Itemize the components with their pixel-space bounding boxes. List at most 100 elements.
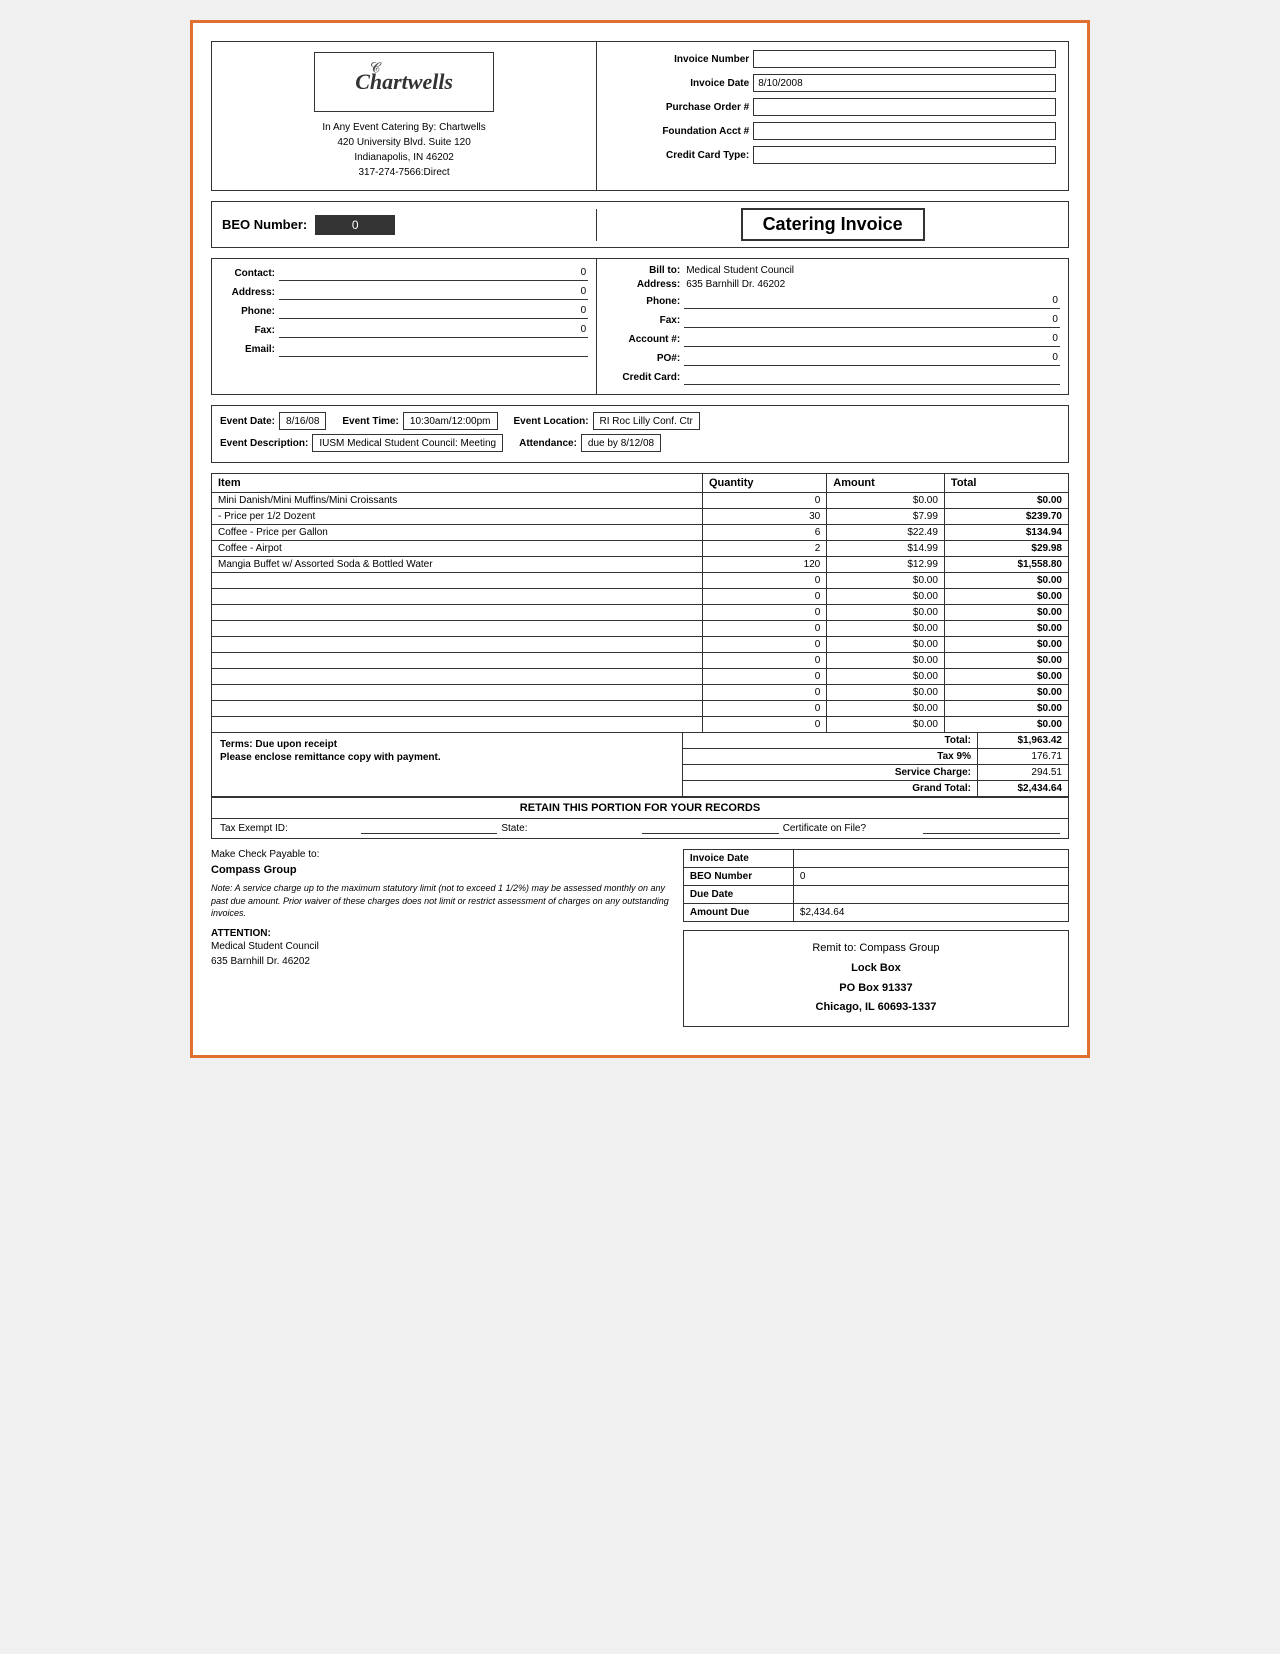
credit-card-row: Credit Card Type: [609,146,1056,164]
amount-cell[interactable]: $0.00 [827,573,945,589]
event-attendance-value[interactable]: due by 8/12/08 [581,434,661,452]
amount-cell[interactable]: $22.49 [827,525,945,541]
inv-date-value[interactable] [794,850,1068,867]
total-service-row: Service Charge: 294.51 [683,765,1068,781]
event-bottom-row: Event Description: IUSM Medical Student … [220,434,1060,452]
bill-fax-row: Fax: 0 [605,312,1060,328]
bill-to-section: Bill to: Medical Student Council Address… [597,259,1068,394]
total-cell: $134.94 [944,525,1068,541]
qty-cell[interactable]: 0 [702,621,826,637]
note-text: Note: A service charge up to the maximum… [211,882,673,920]
amount-cell[interactable]: $0.00 [827,637,945,653]
qty-cell[interactable]: 120 [702,557,826,573]
bill-address-value: 635 Barnhill Dr. 46202 [684,279,1060,290]
contact-fax-value[interactable]: 0 [279,322,588,338]
event-time-value[interactable]: 10:30am/12:00pm [403,412,498,430]
credit-card-value[interactable] [753,146,1056,164]
bottom-left: Make Check Payable to: Compass Group Not… [211,849,683,1027]
total-cell: $0.00 [944,717,1068,733]
qty-cell[interactable]: 0 [702,573,826,589]
total-cell: $239.70 [944,509,1068,525]
bill-po-label: PO#: [605,353,680,364]
totals-terms-row: Terms: Due upon receipt Please enclose r… [211,733,1069,797]
total-cell: $0.00 [944,621,1068,637]
qty-cell[interactable]: 0 [702,637,826,653]
qty-cell[interactable]: 0 [702,605,826,621]
item-cell [212,605,703,621]
po-number-row: Purchase Order # [609,98,1056,116]
bill-to-value: Medical Student Council [684,265,1060,276]
invoice-summary: Invoice Date BEO Number 0 Due Date Amoun… [683,849,1069,922]
bill-fax-label: Fax: [605,315,680,326]
contact-address-value[interactable]: 0 [279,284,588,300]
event-date-value[interactable]: 8/16/08 [279,412,326,430]
event-top-row: Event Date: 8/16/08 Event Time: 10:30am/… [220,412,1060,430]
table-row: 0 $0.00 $0.00 [212,701,1069,717]
amount-cell[interactable]: $0.00 [827,685,945,701]
invoice-date-value[interactable]: 8/10/2008 [753,74,1056,92]
qty-cell[interactable]: 0 [702,493,826,509]
bill-po-value[interactable]: 0 [684,350,1060,366]
amount-cell[interactable]: $12.99 [827,557,945,573]
total-cell: $0.00 [944,573,1068,589]
header-section: 𝓒 Chartwells In Any Event Catering By: C… [211,41,1069,191]
bill-to-row: Bill to: Medical Student Council [605,265,1060,276]
tax-exempt-value [361,823,498,834]
event-location-value[interactable]: RI Roc Lilly Conf. Ctr [593,412,700,430]
qty-cell[interactable]: 0 [702,685,826,701]
bill-fax-value[interactable]: 0 [684,312,1060,328]
company-address: In Any Event Catering By: Chartwells 420… [322,120,485,180]
qty-cell[interactable]: 0 [702,669,826,685]
remit-line4: Chicago, IL 60693-1337 [696,998,1056,1018]
bill-phone-row: Phone: 0 [605,293,1060,309]
amount-cell[interactable]: $14.99 [827,541,945,557]
amount-cell[interactable]: $0.00 [827,653,945,669]
qty-cell[interactable]: 0 [702,701,826,717]
col-total: Total [944,474,1068,493]
foundation-acct-value[interactable] [753,122,1056,140]
qty-cell[interactable]: 30 [702,509,826,525]
contact-contact-value[interactable]: 0 [279,265,588,281]
bill-to-label: Bill to: [605,265,680,276]
amount-cell[interactable]: $7.99 [827,509,945,525]
contact-phone-value[interactable]: 0 [279,303,588,319]
amount-cell[interactable]: $0.00 [827,669,945,685]
item-cell [212,589,703,605]
logo-curl-icon: 𝓒 [370,59,380,76]
amount-cell[interactable]: $0.00 [827,589,945,605]
foundation-acct-label: Foundation Acct # [609,126,749,137]
po-number-value[interactable] [753,98,1056,116]
event-desc-value[interactable]: IUSM Medical Student Council: Meeting [312,434,503,452]
total-cell: $0.00 [944,685,1068,701]
qty-cell[interactable]: 2 [702,541,826,557]
qty-cell[interactable]: 0 [702,653,826,669]
table-row: 0 $0.00 $0.00 [212,669,1069,685]
qty-cell[interactable]: 0 [702,589,826,605]
amount-cell[interactable]: $0.00 [827,701,945,717]
inv-due-value[interactable] [794,886,1068,903]
bill-address-label: Address: [605,279,680,290]
qty-cell[interactable]: 0 [702,717,826,733]
amount-cell[interactable]: $0.00 [827,717,945,733]
table-row: - Price per 1/2 Dozent 30 $7.99 $239.70 [212,509,1069,525]
bill-phone-label: Phone: [605,296,680,307]
contact-email-value[interactable] [279,341,588,357]
table-row: Coffee - Airpot 2 $14.99 $29.98 [212,541,1069,557]
amount-cell[interactable]: $0.00 [827,493,945,509]
bill-credit-value[interactable] [684,369,1060,385]
total-cell: $29.98 [944,541,1068,557]
bill-account-value[interactable]: 0 [684,331,1060,347]
item-cell: - Price per 1/2 Dozent [212,509,703,525]
total-grand-row: Grand Total: $2,434.64 [683,781,1068,796]
contact-phone-label: Phone: [220,306,275,317]
inv-beo-value[interactable]: 0 [794,868,1068,885]
amount-cell[interactable]: $0.00 [827,621,945,637]
amount-cell[interactable]: $0.00 [827,605,945,621]
remit-line3: PO Box 91337 [696,979,1056,999]
total-cell: $1,558.80 [944,557,1068,573]
bill-phone-value[interactable]: 0 [684,293,1060,309]
invoice-number-value[interactable] [753,50,1056,68]
item-cell [212,653,703,669]
beo-value[interactable]: 0 [315,215,395,235]
qty-cell[interactable]: 6 [702,525,826,541]
